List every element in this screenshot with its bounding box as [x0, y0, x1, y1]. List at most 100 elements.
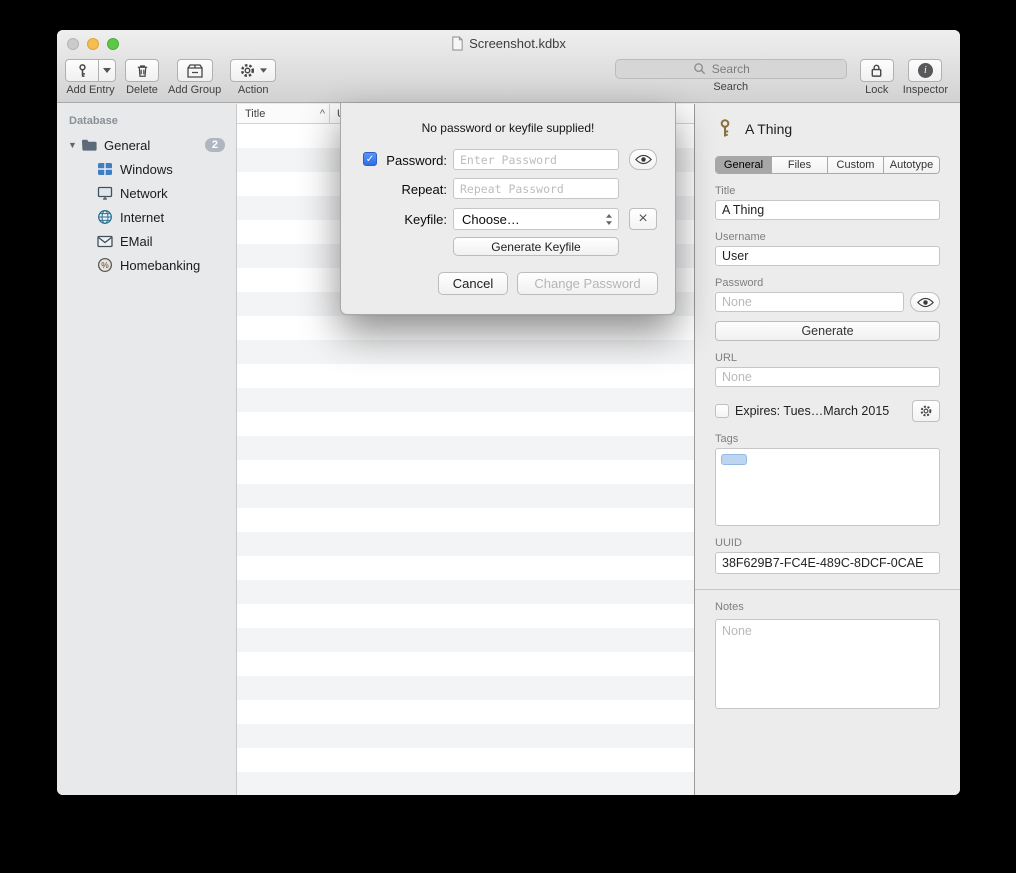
- enter-password-input[interactable]: [453, 149, 619, 170]
- username-field[interactable]: [715, 246, 940, 266]
- delete-label: Delete: [126, 84, 158, 96]
- key-icon: [75, 63, 90, 79]
- generate-password-button[interactable]: Generate: [715, 321, 940, 341]
- add-entry-button[interactable]: [65, 59, 99, 82]
- url-field[interactable]: [715, 367, 940, 387]
- coin-percent-icon: %: [97, 257, 113, 273]
- window-title-group: Screenshot.kdbx: [451, 36, 566, 51]
- column-label: Title: [245, 108, 265, 120]
- reveal-password-button[interactable]: [629, 149, 657, 170]
- cancel-button[interactable]: Cancel: [438, 272, 508, 295]
- search-input[interactable]: [615, 59, 847, 79]
- eye-icon: [635, 154, 652, 165]
- close-icon: ×: [638, 211, 647, 227]
- sort-ascending-icon: ^: [320, 108, 325, 120]
- toolbar-item-lock: Lock: [860, 59, 894, 96]
- chevron-down-icon: [260, 68, 267, 73]
- title-field-label: Title: [715, 185, 940, 197]
- app-window: Screenshot.kdbx Add Entry D: [57, 30, 960, 795]
- tag-chip[interactable]: [721, 454, 747, 465]
- sidebar-item-email[interactable]: EMail: [57, 229, 236, 253]
- url-field-label: URL: [715, 352, 940, 364]
- inspector-tab-bar: General Files Custom Autotype: [715, 156, 940, 174]
- disclosure-triangle-icon[interactable]: ▼: [68, 140, 81, 150]
- sidebar-item-windows[interactable]: Windows: [57, 157, 236, 181]
- tags-box[interactable]: [715, 448, 940, 526]
- tab-custom[interactable]: Custom: [827, 157, 883, 173]
- trash-icon: [135, 63, 150, 79]
- window-title: Screenshot.kdbx: [469, 36, 566, 51]
- minimize-button[interactable]: [87, 38, 99, 50]
- inspector-button[interactable]: i: [908, 59, 942, 82]
- chevron-down-icon: [103, 68, 111, 73]
- change-password-sheet: No password or keyfile supplied! ✓ Passw…: [340, 103, 676, 315]
- sidebar-item-label: Windows: [120, 162, 173, 177]
- entry-count-badge: 2: [205, 138, 225, 152]
- sidebar-item-network[interactable]: Network: [57, 181, 236, 205]
- svg-text:%: %: [101, 260, 109, 270]
- generate-keyfile-button[interactable]: Generate Keyfile: [453, 237, 619, 256]
- sidebar-item-internet[interactable]: Internet: [57, 205, 236, 229]
- lock-button[interactable]: [860, 59, 894, 82]
- notes-textarea[interactable]: [715, 619, 940, 709]
- expires-label: Expires: Tues…March 2015: [735, 404, 906, 418]
- eye-icon: [917, 297, 934, 308]
- windows-icon: [97, 161, 113, 177]
- info-icon: i: [918, 63, 933, 78]
- envelope-icon: [97, 235, 113, 248]
- password-field-label: Password: [715, 277, 940, 289]
- zoom-button[interactable]: [107, 38, 119, 50]
- lock-label: Lock: [865, 84, 888, 96]
- notes-label: Notes: [715, 601, 940, 613]
- keyfile-popup-button[interactable]: Choose…: [453, 208, 619, 230]
- folder-icon: [81, 138, 98, 152]
- title-field[interactable]: [715, 200, 940, 220]
- globe-icon: [97, 209, 113, 225]
- inspector-label: Inspector: [903, 84, 948, 96]
- sidebar-item-general[interactable]: ▼ General 2: [57, 133, 236, 157]
- add-entry-dropdown-button[interactable]: [99, 59, 116, 82]
- uuid-field[interactable]: [715, 552, 940, 574]
- reveal-password-button[interactable]: [910, 292, 940, 312]
- titlebar: Screenshot.kdbx: [57, 30, 960, 57]
- toolbar-item-add-group: Add Group: [168, 59, 221, 96]
- keyfile-label: Keyfile:: [371, 212, 447, 227]
- add-group-button[interactable]: [177, 59, 213, 82]
- sidebar-item-label: Network: [120, 186, 168, 201]
- search-label: Search: [713, 81, 748, 93]
- sheet-message: No password or keyfile supplied!: [341, 121, 675, 135]
- toolbar-item-search: Search: [615, 59, 847, 93]
- password-label: Password:: [371, 153, 447, 168]
- toolbar: Add Entry Delete Add Group Action: [57, 57, 960, 103]
- keyfile-selected-value: Choose…: [462, 212, 520, 227]
- tab-files[interactable]: Files: [771, 157, 827, 173]
- change-password-button: Change Password: [517, 272, 658, 295]
- action-label: Action: [238, 84, 269, 96]
- expires-settings-button[interactable]: [912, 400, 940, 422]
- delete-button[interactable]: [125, 59, 159, 82]
- sidebar-item-homebanking[interactable]: % Homebanking: [57, 253, 236, 277]
- toolbar-item-add-entry: Add Entry: [65, 59, 116, 96]
- inspector-header: A Thing: [715, 118, 940, 139]
- clear-keyfile-button[interactable]: ×: [629, 208, 657, 230]
- window-chrome: Screenshot.kdbx Add Entry D: [57, 30, 960, 103]
- tab-general[interactable]: General: [716, 157, 771, 173]
- close-button[interactable]: [67, 38, 79, 50]
- inspector-panel: A Thing General Files Custom Autotype Ti…: [695, 104, 960, 795]
- sidebar: Database ▼ General 2 Windows Network Int…: [57, 104, 237, 795]
- tab-autotype[interactable]: Autotype: [883, 157, 939, 173]
- add-entry-label: Add Entry: [66, 84, 114, 96]
- popup-arrows-icon: [605, 213, 613, 226]
- traffic-lights: [67, 38, 119, 50]
- expires-checkbox[interactable]: [715, 404, 729, 418]
- gear-icon: [239, 62, 256, 79]
- toolbar-item-inspector: i Inspector: [903, 59, 948, 96]
- password-field[interactable]: [715, 292, 904, 312]
- sidebar-section-header: Database: [57, 113, 236, 133]
- action-button[interactable]: [230, 59, 276, 82]
- column-header-title[interactable]: Title ^: [237, 104, 330, 123]
- tags-label: Tags: [715, 433, 940, 445]
- repeat-password-input[interactable]: [453, 178, 619, 199]
- toolbar-item-delete: Delete: [125, 59, 159, 96]
- uuid-label: UUID: [715, 537, 940, 549]
